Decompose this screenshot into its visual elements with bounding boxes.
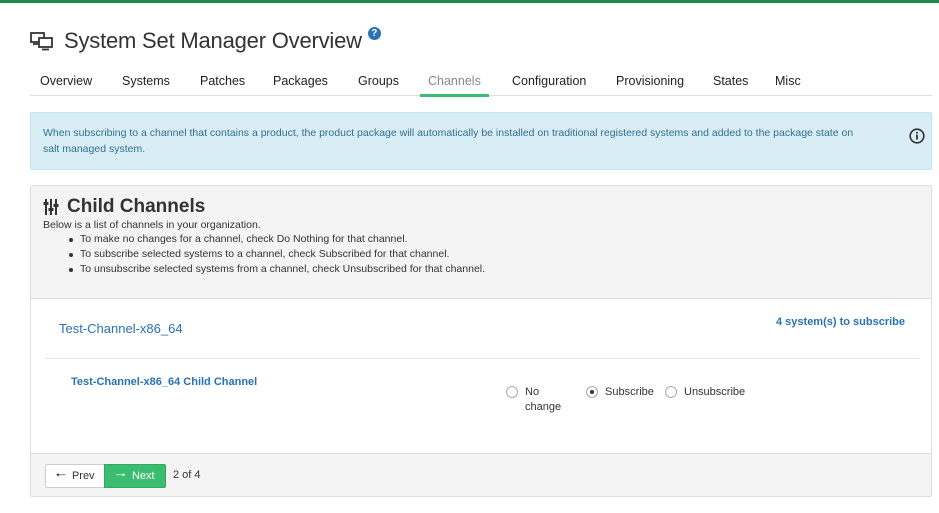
tab-channels[interactable]: Channels bbox=[420, 70, 489, 97]
tab-configuration[interactable]: Configuration bbox=[512, 70, 586, 96]
help-icon[interactable]: ? bbox=[367, 26, 381, 40]
parent-channel-name: Test-Channel-x86_64 bbox=[59, 321, 183, 336]
page-title: System Set Manager Overview bbox=[64, 28, 362, 53]
next-label: Next bbox=[131, 470, 155, 482]
tab-patches[interactable]: Patches bbox=[200, 70, 245, 96]
tab-provisioning[interactable]: Provisioning bbox=[616, 70, 684, 96]
list-item: To make no changes for a channel, check … bbox=[68, 232, 919, 247]
subscribe-count-link[interactable]: 4 system(s) to subscribe bbox=[776, 316, 905, 328]
child-channel-link[interactable]: Test-Channel-x86_64 Child Channel bbox=[71, 376, 257, 388]
radio-no-change[interactable]: No change bbox=[506, 385, 567, 415]
radio-unsubscribe-label: Unsubscribe bbox=[684, 386, 746, 398]
tab-systems[interactable]: Systems bbox=[122, 70, 170, 96]
panel-description: Below is a list of channels in your orga… bbox=[43, 219, 261, 231]
radio-subscribe-label: Subscribe bbox=[605, 386, 654, 398]
radio-unsubscribe-input[interactable] bbox=[665, 386, 677, 398]
tab-states[interactable]: States bbox=[713, 70, 748, 96]
top-accent-bar bbox=[0, 0, 939, 3]
page-indicator: 2 of 4 bbox=[173, 469, 201, 481]
list-item: To subscribe selected systems to a chann… bbox=[68, 247, 919, 262]
tab-groups[interactable]: Groups bbox=[358, 70, 399, 96]
radio-subscribe-input[interactable] bbox=[586, 386, 598, 398]
arrow-right-icon: 🠒 bbox=[115, 467, 126, 482]
divider bbox=[45, 358, 919, 359]
panel-header: Child Channels Below is a list of channe… bbox=[31, 186, 931, 299]
prev-button[interactable]: 🠐 Prev bbox=[45, 464, 105, 488]
radio-subscribe[interactable]: Subscribe bbox=[586, 385, 654, 400]
pager-footer: 🠐 Prev 🠒 Next 2 of 4 bbox=[31, 453, 931, 496]
prev-label: Prev bbox=[71, 470, 95, 482]
instruction-list: To make no changes for a channel, check … bbox=[68, 232, 919, 277]
info-circle-icon bbox=[909, 128, 925, 144]
radio-no-change-label: No change bbox=[525, 386, 562, 413]
arrow-left-icon: 🠐 bbox=[55, 467, 66, 482]
tab-overview[interactable]: Overview bbox=[40, 70, 92, 96]
sliders-icon bbox=[43, 199, 59, 215]
parent-channel-row: Test-Channel-x86_64 4 system(s) to subsc… bbox=[31, 299, 931, 359]
tab-bar: Overview Systems Patches Packages Groups… bbox=[30, 70, 932, 97]
info-alert: When subscribing to a channel that conta… bbox=[30, 112, 932, 170]
child-channels-panel: Child Channels Below is a list of channe… bbox=[30, 185, 932, 497]
tab-packages[interactable]: Packages bbox=[273, 70, 328, 96]
page-header: System Set Manager Overview ? bbox=[30, 26, 381, 54]
radio-unsubscribe[interactable]: Unsubscribe bbox=[665, 385, 745, 400]
list-item: To unsubscribe selected systems from a c… bbox=[68, 262, 919, 277]
panel-title: Child Channels bbox=[67, 196, 206, 217]
next-button[interactable]: 🠒 Next bbox=[104, 464, 166, 488]
system-set-icon bbox=[30, 32, 53, 51]
radio-no-change-input[interactable] bbox=[506, 386, 518, 398]
tab-misc[interactable]: Misc bbox=[775, 70, 801, 96]
alert-text: When subscribing to a channel that conta… bbox=[43, 127, 854, 155]
